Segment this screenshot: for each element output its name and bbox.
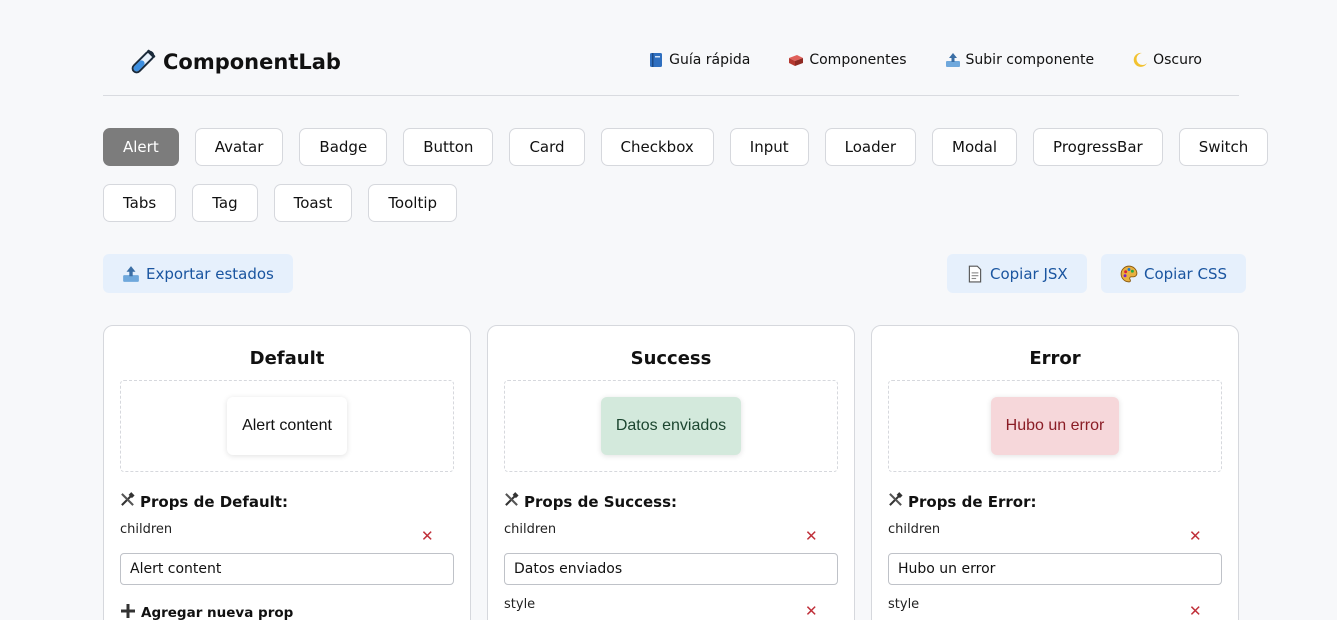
palette-icon <box>1120 265 1138 283</box>
chip-alert[interactable]: Alert <box>103 128 179 166</box>
prop-name-children: children <box>120 522 173 537</box>
nav-upload-label: Subir componente <box>965 52 1095 68</box>
chip-input[interactable]: Input <box>729 128 809 166</box>
props-heading: Props de Success: <box>504 492 677 511</box>
prop-value-input[interactable] <box>120 553 454 585</box>
alert-preview: Alert content <box>227 397 347 455</box>
copy-css-label: Copiar CSS <box>1144 264 1227 283</box>
nav-components-label: Componentes <box>809 52 907 68</box>
state-card-success: Success Datos enviados Props de Success:… <box>487 325 855 620</box>
brick-icon <box>788 52 804 68</box>
chip-tabs[interactable]: Tabs <box>103 184 177 222</box>
chip-badge[interactable]: Badge <box>299 128 388 166</box>
nav-guide[interactable]: Guía rápida <box>648 52 750 68</box>
state-card-error: Error Hubo un error Props de Error: chil… <box>871 325 1239 620</box>
chip-button[interactable]: Button <box>403 128 494 166</box>
props-heading-label: Props de Default: <box>140 492 288 511</box>
chip-toast[interactable]: Toast <box>273 184 353 222</box>
copy-jsx-button[interactable]: Copiar JSX <box>947 254 1087 293</box>
chip-tooltip[interactable]: Tooltip <box>368 184 458 222</box>
plus-icon <box>120 603 136 620</box>
alert-preview: Datos enviados <box>600 397 742 455</box>
outbox-tray-icon <box>945 52 961 68</box>
nav-dark-mode-label: Oscuro <box>1153 52 1202 68</box>
prop-name-children: children <box>504 522 557 537</box>
brand[interactable]: ComponentLab <box>129 48 341 76</box>
tools-icon <box>888 492 903 511</box>
remove-prop-button[interactable]: ✕ <box>805 602 818 620</box>
chip-loader[interactable]: Loader <box>824 128 917 166</box>
chip-modal[interactable]: Modal <box>932 128 1018 166</box>
component-preview: Alert content <box>120 380 454 472</box>
prop-value-input[interactable] <box>888 553 1222 585</box>
chip-avatar[interactable]: Avatar <box>194 128 284 166</box>
test-tube-icon <box>129 48 157 76</box>
prop-name-style: style <box>888 597 920 612</box>
page-icon <box>966 265 984 283</box>
remove-prop-button[interactable]: ✕ <box>421 527 434 545</box>
prop-name-style: style <box>504 597 536 612</box>
remove-prop-button[interactable]: ✕ <box>805 527 818 545</box>
props-heading-label: Props de Success: <box>524 492 678 511</box>
tools-icon <box>120 492 135 511</box>
component-preview: Hubo un error <box>888 380 1222 472</box>
chip-checkbox[interactable]: Checkbox <box>600 128 714 166</box>
top-nav: Guía rápida Componentes Subir componente… <box>648 52 1202 68</box>
nav-guide-label: Guía rápida <box>669 52 751 68</box>
nav-components[interactable]: Componentes <box>788 52 907 68</box>
nav-dark-mode[interactable]: Oscuro <box>1132 52 1202 68</box>
chip-card[interactable]: Card <box>509 128 585 166</box>
props-heading: Props de Error: <box>888 492 1036 511</box>
chip-tag[interactable]: Tag <box>192 184 258 222</box>
app-header: ComponentLab Guía rápida Componentes Sub… <box>103 28 1239 96</box>
add-prop-button[interactable]: Agregar nueva prop <box>120 603 293 620</box>
app-title: ComponentLab <box>163 50 341 74</box>
component-preview: Datos enviados <box>504 380 838 472</box>
nav-upload[interactable]: Subir componente <box>945 52 1095 68</box>
chip-row: Tabs Tag Toast Tooltip <box>103 184 458 222</box>
crescent-moon-icon <box>1132 52 1148 68</box>
copy-css-button[interactable]: Copiar CSS <box>1101 254 1246 293</box>
chip-row: Alert Avatar Badge Button Card Checkbox … <box>103 128 1269 166</box>
export-states-button[interactable]: Exportar estados <box>103 254 293 293</box>
state-title: Error <box>1029 348 1081 369</box>
state-title: Default <box>249 348 325 369</box>
chip-progressbar[interactable]: ProgressBar <box>1033 128 1163 166</box>
remove-prop-button[interactable]: ✕ <box>1189 527 1202 545</box>
copy-jsx-label: Copiar JSX <box>990 264 1068 283</box>
state-card-default: Default Alert content Props de Default: … <box>103 325 471 620</box>
export-states-label: Exportar estados <box>146 264 274 283</box>
book-icon <box>648 52 664 68</box>
add-prop-label: Agregar nueva prop <box>141 605 294 620</box>
chip-switch[interactable]: Switch <box>1178 128 1269 166</box>
prop-value-input[interactable] <box>504 553 838 585</box>
state-title: Success <box>630 348 712 369</box>
props-heading-label: Props de Error: <box>908 492 1037 511</box>
remove-prop-button[interactable]: ✕ <box>1189 602 1202 620</box>
outbox-tray-icon <box>122 265 140 283</box>
tools-icon <box>504 492 519 511</box>
props-heading: Props de Default: <box>120 492 288 511</box>
alert-preview: Hubo un error <box>990 397 1120 455</box>
prop-name-children: children <box>888 522 941 537</box>
